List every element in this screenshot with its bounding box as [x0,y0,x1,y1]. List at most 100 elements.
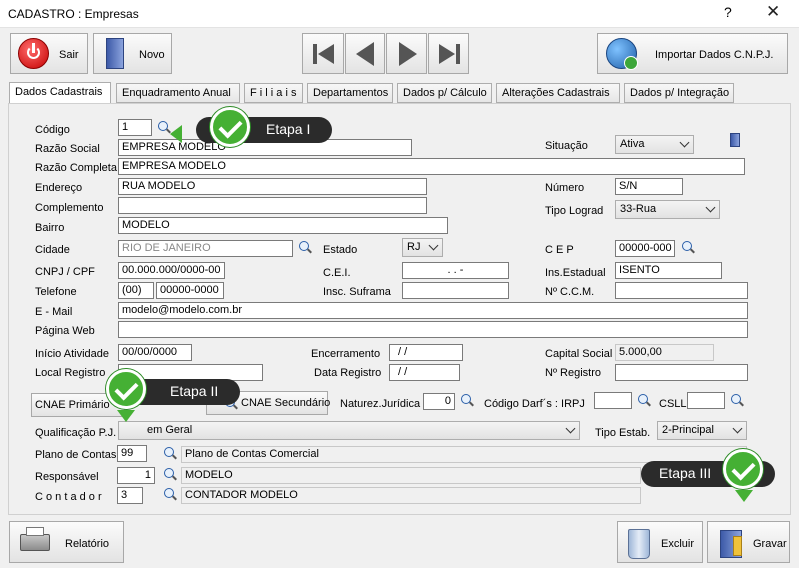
estado-select[interactable]: RJ [402,238,443,257]
razao-completa-field[interactable]: EMPRESA MODELO [118,158,745,175]
close-button[interactable]: ✕ [766,2,780,22]
cnpj-field[interactable]: 00.000.000/0000-00 [118,262,225,279]
plano-code-field[interactable]: 99 [117,445,147,462]
numero-label: Número [545,182,585,194]
search-icon[interactable] [730,393,744,407]
csll-field[interactable] [687,392,725,409]
pointer-down-icon [735,490,753,502]
prev-record-button[interactable] [345,33,385,74]
first-record-button[interactable] [302,33,344,74]
estado-value: RJ [407,241,421,253]
import-label: Importar Dados C.N.P.J. [655,49,774,61]
novo-label: Novo [139,49,165,61]
check-icon [723,449,763,489]
tab-filiais[interactable]: F i l i a i s [244,83,303,103]
excluir-label: Excluir [661,538,695,550]
tab-departamentos[interactable]: Departamentos [307,83,393,103]
excluir-button[interactable]: Excluir [617,521,703,563]
qualificacao-value: em Geral [147,424,193,436]
pagina-web-label: Página Web [35,325,95,337]
estado-label: Estado [323,244,358,256]
qualificacao-select[interactable]: em Geral [118,421,580,440]
next-record-button[interactable] [386,33,427,74]
tab-dados-cadastrais[interactable]: Dados Cadastrais [9,82,111,104]
insc-suframa-label: Insc. Suframa [323,286,391,298]
telefone-field[interactable]: 00000-0000 [156,282,224,299]
tipo-estab-select[interactable]: 2-Principal [657,421,747,440]
ccm-label: Nº C.C.M. [545,286,595,298]
tab-dados-calculo[interactable]: Dados p/ Cálculo [397,83,492,103]
insc-suframa-field[interactable] [402,282,509,299]
ccm-field[interactable] [615,282,748,299]
novo-button[interactable]: Novo [93,33,172,74]
irpj-field[interactable] [594,392,632,409]
etapa-2-text: Etapa II [170,383,219,399]
relatorio-button[interactable]: Relatório [9,521,124,563]
pagina-web-field[interactable] [118,321,748,338]
num-registro-field[interactable] [615,364,748,381]
contador-label: C o n t a d o r [35,491,102,503]
csll-label: CSLL [659,398,687,410]
local-registro-label: Local Registro [35,367,106,379]
search-icon[interactable] [637,393,651,407]
responsavel-code-field[interactable]: 1 [117,467,155,484]
last-record-button[interactable] [428,33,469,74]
ins-estadual-label: Ins.Estadual [545,267,606,279]
natureza-field[interactable]: 0 [423,393,455,410]
encerramento-field[interactable]: / / [389,344,463,361]
search-icon[interactable] [163,446,177,460]
codigo-label: Código [35,124,70,136]
tab-dados-integracao[interactable]: Dados p/ Integração [624,83,734,103]
pointer-left-icon [170,125,182,143]
search-icon[interactable] [460,393,474,407]
cidade-field[interactable]: RIO DE JANEIRO [118,240,293,257]
telefone-label: Telefone [35,286,77,298]
search-icon[interactable] [163,467,177,481]
data-registro-field[interactable]: / / [389,364,460,381]
search-icon[interactable] [163,487,177,501]
contador-code-field[interactable]: 3 [117,487,143,504]
pointer-down-icon [117,410,135,422]
etapa-3-text: Etapa III [659,465,712,481]
sair-label: Sair [59,49,79,61]
search-icon[interactable] [157,120,171,134]
next-icon [399,42,417,66]
chevron-down-icon [565,423,576,434]
darf-label: Código Darf´s : IRPJ [484,398,585,410]
cep-field[interactable]: 00000-000 [615,240,675,257]
sair-button[interactable]: Sair [10,33,88,74]
email-field[interactable]: modelo@modelo.com.br [118,302,748,319]
complemento-field[interactable] [118,197,427,214]
ddd-field[interactable]: (00) [118,282,154,299]
natureza-label: Naturez.Jurídica [340,398,421,410]
power-icon [18,38,49,69]
relatorio-label: Relatório [65,538,110,550]
search-icon[interactable] [298,240,312,254]
razao-social-label: Razão Social [35,143,100,155]
import-cnpj-button[interactable]: Importar Dados C.N.P.J. [597,33,788,74]
razao-completa-label: Razão Completa [35,162,117,174]
tipo-estab-label: Tipo Estab. [595,427,651,439]
inicio-atividade-field[interactable]: 00/00/0000 [118,344,192,361]
search-icon[interactable] [681,240,695,254]
situacao-label: Situação [545,140,588,152]
situacao-select[interactable]: Ativa [615,135,694,154]
cei-field[interactable]: . . - [402,262,509,279]
tab-alteracoes-cadastrais[interactable]: Alterações Cadastrais [496,83,620,103]
endereco-field[interactable]: RUA MODELO [118,178,427,195]
tab-enquadramento-anual[interactable]: Enquadramento Anual [116,83,240,103]
book-icon[interactable] [730,133,740,147]
numero-field[interactable]: S/N [615,178,683,195]
capital-social-field[interactable]: 5.000,00 [615,344,714,361]
bairro-label: Bairro [35,222,65,234]
ins-estadual-field[interactable]: ISENTO [615,262,722,279]
printer-icon [20,534,50,551]
tipo-lograd-select[interactable]: 33-Rua [615,200,720,219]
chevron-down-icon [679,137,690,148]
tipo-lograd-value: 33-Rua [620,203,657,215]
codigo-field[interactable]: 1 [118,119,152,136]
email-label: E - Mail [35,306,73,318]
bairro-field[interactable]: MODELO [118,217,448,234]
gravar-button[interactable]: Gravar [707,521,790,563]
help-button[interactable]: ? [724,4,732,20]
